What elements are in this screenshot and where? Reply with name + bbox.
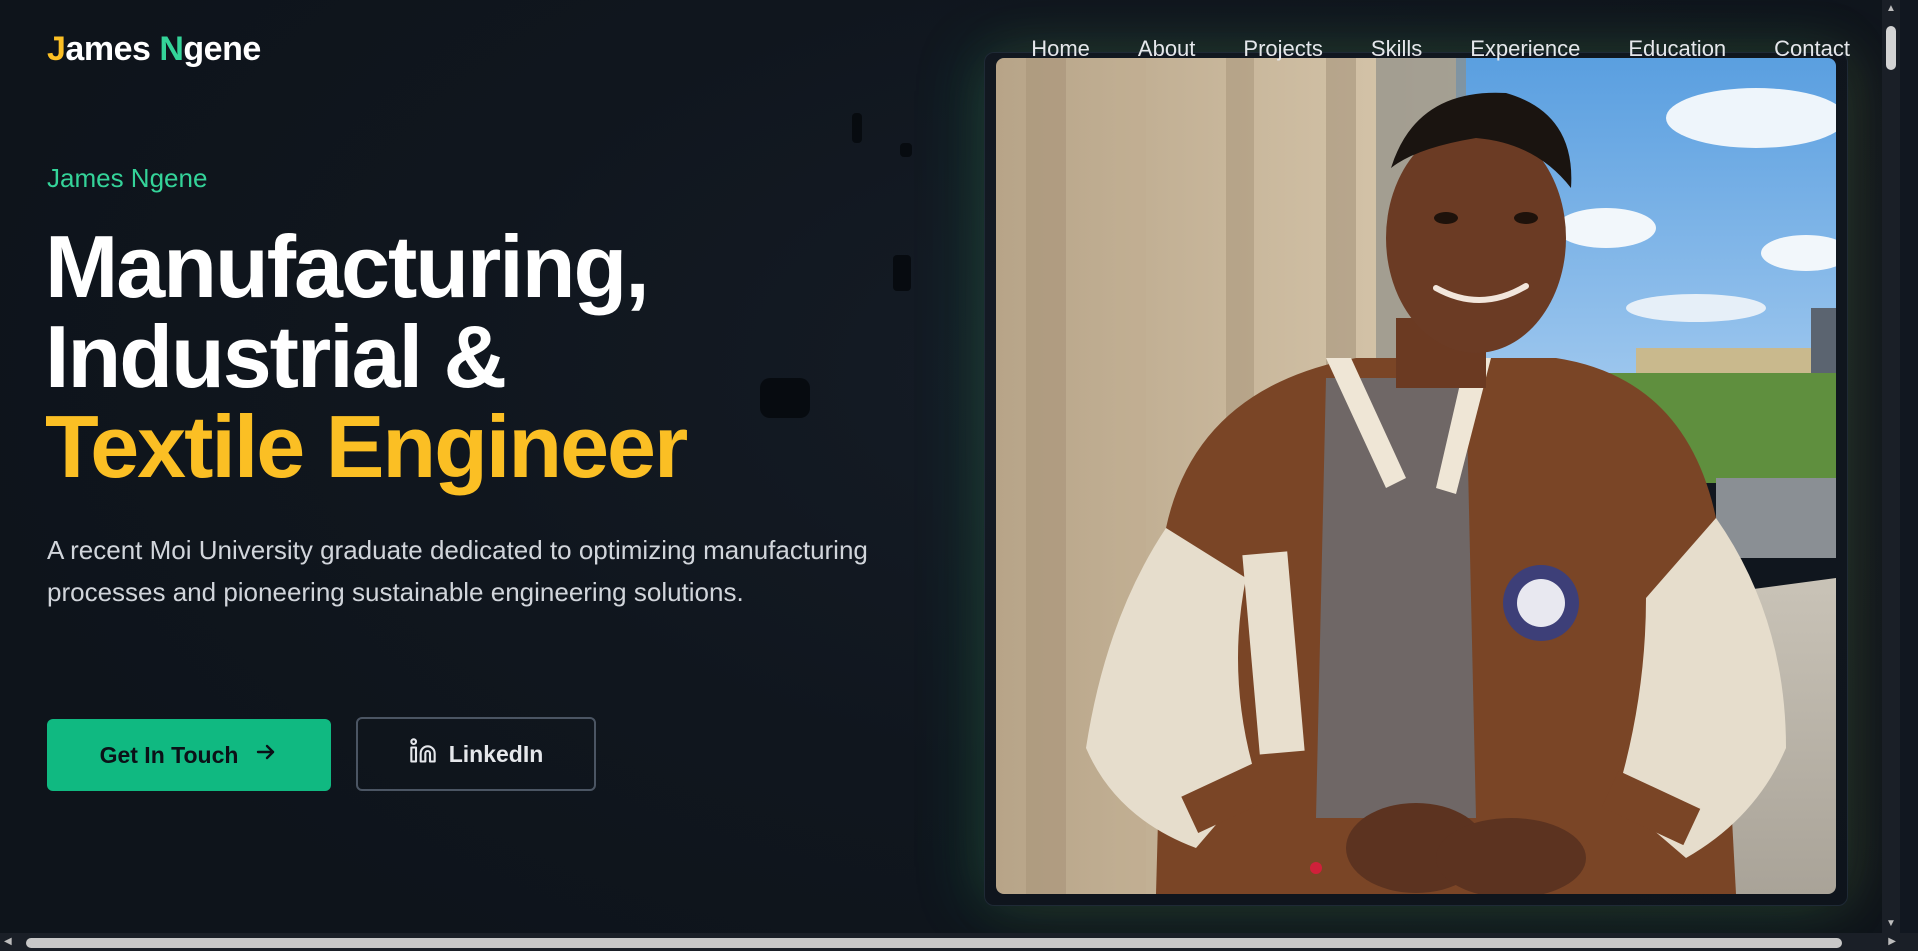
headline-line-1: Manufacturing, [45,217,650,316]
vertical-scroll-thumb[interactable] [1886,26,1896,70]
site-logo[interactable]: James Ngene [47,30,261,69]
horizontal-scrollbar[interactable]: ◀ ▶ [0,933,1900,951]
decorative-shape [852,113,862,143]
nav-skills[interactable]: Skills [1371,36,1422,62]
nav-projects[interactable]: Projects [1243,36,1322,62]
logo-initial-n: N [159,30,184,68]
decorative-shape [893,255,911,291]
nav-experience[interactable]: Experience [1470,36,1580,62]
nav-contact[interactable]: Contact [1774,36,1850,62]
horizontal-scroll-thumb[interactable] [26,938,1842,948]
scroll-up-icon[interactable]: ▲ [1886,4,1896,14]
arrow-right-icon [254,740,278,770]
scroll-right-icon[interactable]: ▶ [1888,937,1896,947]
logo-text-first: ames [65,30,160,68]
hero-headline: Manufacturing, Industrial & Textile Engi… [45,217,688,496]
main-nav: Home About Projects Skills Experience Ed… [1031,36,1850,62]
scroll-down-icon[interactable]: ▼ [1886,919,1896,929]
scrollbar-corner [1900,933,1918,951]
vertical-scrollbar[interactable]: ▲ ▼ [1882,0,1900,933]
decorative-shape [760,378,810,418]
get-in-touch-button[interactable]: Get In Touch [47,719,331,791]
logo-initial-j: J [47,30,66,68]
page-viewport: James Ngene Home About Projects Skills E… [0,0,1900,933]
get-in-touch-label: Get In Touch [99,741,239,768]
hero-eyebrow: James Ngene [47,163,208,193]
decorative-shape [900,143,912,157]
headline-line-3: Textile Engineer [45,397,688,496]
logo-text-last: gene [183,30,261,68]
linkedin-label: LinkedIn [448,740,544,767]
hero-description: A recent Moi University graduate dedicat… [47,535,868,607]
headline-line-2: Industrial & [45,307,507,406]
nav-education[interactable]: Education [1628,36,1726,62]
scroll-left-icon[interactable]: ◀ [4,937,12,947]
portrait-photo [996,58,1836,894]
nav-about[interactable]: About [1138,36,1196,62]
linkedin-button[interactable]: LinkedIn [356,717,596,791]
linkedin-icon [409,737,437,771]
nav-home[interactable]: Home [1031,36,1090,62]
